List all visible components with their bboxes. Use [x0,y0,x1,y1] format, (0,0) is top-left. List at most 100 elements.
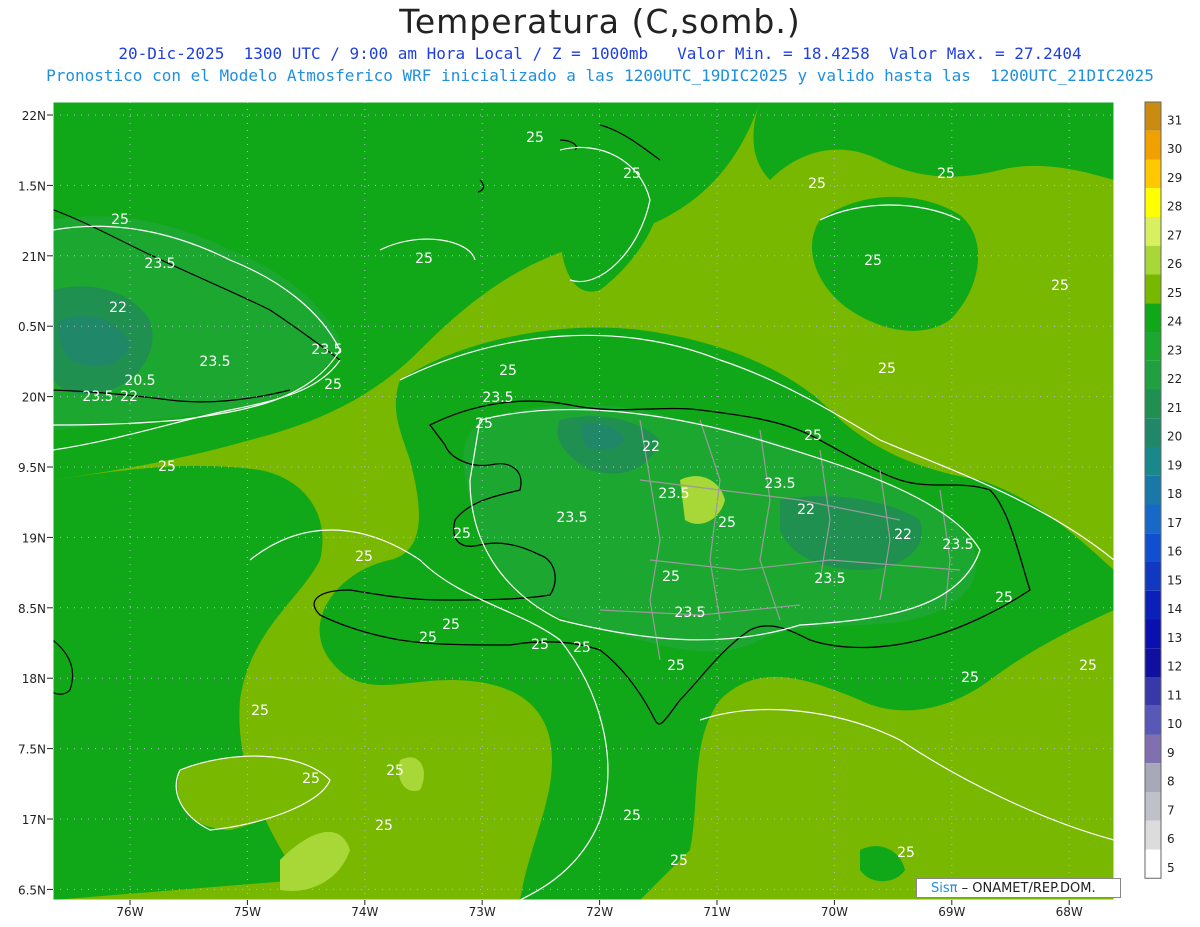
contour-label: 25 [670,853,688,869]
lat-tick-label: 6.5N [18,883,46,897]
colorbar-label: 6 [1167,832,1175,846]
credit-org: – ONAMET/REP.DOM. [961,881,1096,896]
lon-tick-label: 68W [1056,905,1083,919]
colorbar-label: 9 [1167,746,1175,760]
colorbar-label: 7 [1167,803,1175,817]
colorbar-swatch [1145,562,1161,591]
colorbar-swatch [1145,590,1161,620]
lat-tick-label: 0.5N [18,320,46,334]
contour-label: 25 [324,377,342,393]
lat-tick-label: 18N [22,672,46,686]
contour-label: 23.5 [199,354,230,370]
colorbar-swatch [1145,332,1161,361]
contour-label: 23.5 [674,605,705,621]
colorbar-swatch [1145,504,1161,534]
colorbar-label: 22 [1167,372,1182,386]
colorbar-label: 19 [1167,458,1182,472]
contour-label: 25 [499,363,517,379]
colorbar-label: 5 [1167,861,1175,875]
contour-label: 25 [573,640,591,656]
colorbar-swatch [1145,792,1161,821]
credit-box: Sisπ – ONAMET/REP.DOM. [916,878,1121,898]
contour-label: 25 [302,771,320,787]
colorbar-label: 17 [1167,516,1182,530]
colorbar-swatch [1145,705,1161,735]
contour-label: 25 [623,808,641,824]
contour-label: 25 [419,630,437,646]
contour-label: 25 [475,416,493,432]
lat-tick-label: 8.5N [18,602,46,616]
lat-tick-label: 20N [22,391,46,405]
colorbar-label: 27 [1167,228,1182,242]
colorbar-swatch [1145,619,1161,649]
lon-tick-label: 74W [351,905,378,919]
colorbar-label: 12 [1167,660,1182,674]
colorbar-label: 15 [1167,573,1182,587]
colorbar-label: 20 [1167,430,1182,444]
contour-label: 25 [808,176,826,192]
colorbar-swatch [1145,475,1161,505]
contour-label: 25 [251,703,269,719]
temperature-map: 2525252525 252525252523.52223.523.520.523… [18,101,1182,919]
colorbar-label: 11 [1167,688,1182,702]
contour-label: 25 [386,763,404,779]
lat-tick-label: 21N [22,250,46,264]
colorbar-swatch [1145,648,1161,677]
contour-label: 22 [797,502,815,518]
contour-label: 25 [526,130,544,146]
lon-tick-label: 76W [116,905,143,919]
lat-tick-label: 1.5N [18,179,46,193]
colorbar-label: 18 [1167,487,1182,501]
contour-label: 25 [158,459,176,475]
colorbar-label: 23 [1167,343,1182,357]
colorbar-label: 10 [1167,717,1182,731]
lat-tick-label: 9.5N [18,461,46,475]
contour-label: 22 [642,439,660,455]
longitude-axis: 76W 75W 74W 73W 72W 71W 70W 69W 68W [116,900,1083,919]
contour-label: 25 [878,361,896,377]
colorbar-swatch [1145,245,1161,275]
contour-label: 25 [111,212,129,228]
colorbar-swatch [1145,130,1161,160]
contour-label: 23.5 [556,510,587,526]
lat-tick-label: 22N [22,109,46,123]
colorbar-label: 14 [1167,602,1182,616]
colorbar-label: 8 [1167,775,1175,789]
contour-label: 25 [1079,658,1097,674]
lon-tick-label: 72W [586,905,613,919]
contour-label: 25 [961,670,979,686]
contour-label: 25 [804,428,822,444]
lat-tick-label: 17N [22,813,46,827]
colorbar-swatch [1145,849,1161,879]
colorbar-label: 26 [1167,257,1182,271]
lon-tick-label: 70W [821,905,848,919]
credit-brand: Sisπ [931,881,958,896]
colorbar-swatch [1145,303,1161,332]
contour-label: 25 [897,845,915,861]
colorbar-label: 16 [1167,545,1182,559]
colorbar-swatch [1145,820,1161,850]
colorbar-swatch [1145,389,1161,419]
contour-label: 25 [718,515,736,531]
contour-label: 25 [623,166,641,182]
colorbar-swatch [1145,677,1161,706]
colorbar-swatch [1145,274,1161,304]
contour-label: 22 [109,300,127,316]
colorbar-swatch [1145,418,1161,447]
colorbar-swatch [1145,533,1161,562]
contour-label: 25 [667,658,685,674]
contour-label: 25 [995,590,1013,606]
colorbar-swatch [1145,102,1161,131]
colorbar-swatch [1145,734,1161,764]
colorbar-label: 30 [1167,142,1182,156]
colorbar-swatch [1145,447,1161,476]
colorbar-swatch [1145,188,1161,217]
map-field [53,102,1114,900]
colorbar-label: 29 [1167,171,1182,185]
contour-label: 23.5 [82,389,113,405]
lon-tick-label: 71W [703,905,730,919]
colorbar-swatch [1145,217,1161,246]
contour-label: 23.5 [482,390,513,406]
colorbar-label: 24 [1167,315,1182,329]
colorbar-label: 13 [1167,631,1182,645]
